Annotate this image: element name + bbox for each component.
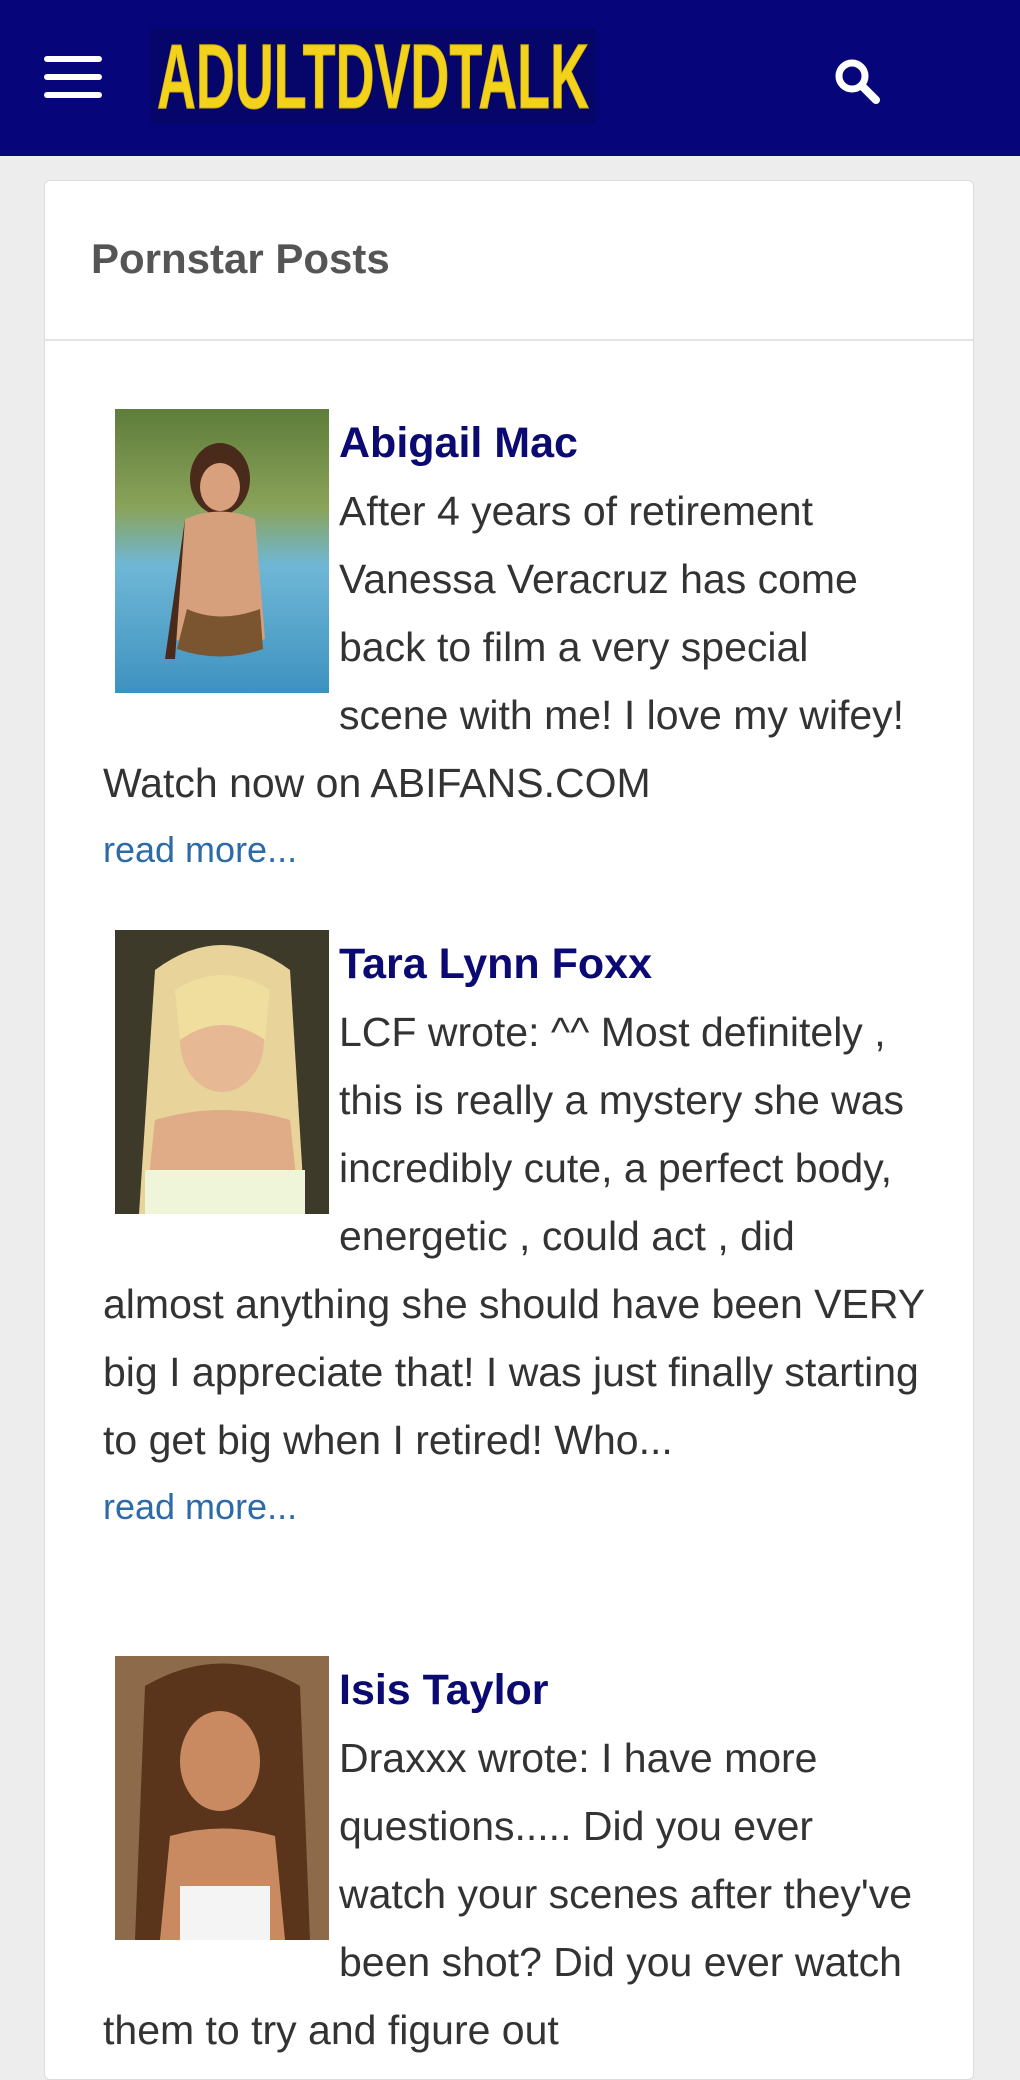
post-thumbnail[interactable] xyxy=(115,1656,329,1940)
post-item: Isis Taylor Draxxx wrote: I have more qu… xyxy=(103,1656,925,2064)
post-item: Abigail Mac After 4 years of retirement … xyxy=(103,409,925,875)
read-more-link[interactable]: read more... xyxy=(103,1482,925,1532)
section-title: Pornstar Posts xyxy=(91,235,390,282)
card-header: Pornstar Posts xyxy=(45,181,973,341)
pornstar-posts-card: Pornstar Posts Abigail Mac After 4 years… xyxy=(44,180,974,2080)
top-bar: ADULTDVDTALK xyxy=(0,0,1020,156)
menu-icon[interactable] xyxy=(44,56,102,98)
site-logo[interactable]: ADULTDVDTALK xyxy=(150,28,596,124)
search-icon[interactable] xyxy=(832,56,884,108)
post-thumbnail[interactable] xyxy=(115,930,329,1214)
post-item: Tara Lynn Foxx LCF wrote: ^^ Most defini… xyxy=(103,930,925,1532)
logo-text: ADULTDVDTALK xyxy=(157,28,589,124)
post-thumbnail[interactable] xyxy=(115,409,329,693)
read-more-link[interactable]: read more... xyxy=(103,825,925,875)
